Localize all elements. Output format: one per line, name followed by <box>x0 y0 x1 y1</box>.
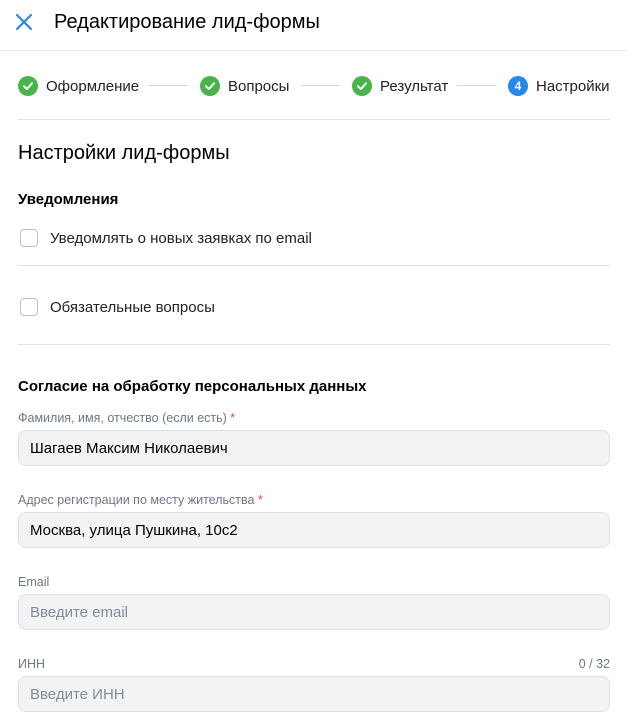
check-icon <box>352 76 372 96</box>
step-label: Результат <box>380 77 449 95</box>
required-mark: * <box>257 493 263 507</box>
field-label-text: Фамилия, имя, отчество (если есть) <box>18 411 227 425</box>
close-icon <box>15 13 33 31</box>
field-label-text: Адрес регистрации по месту жительства <box>18 493 255 507</box>
step-label: Оформление <box>46 77 140 95</box>
divider <box>18 119 610 120</box>
check-icon <box>18 76 38 96</box>
email-input[interactable] <box>18 594 610 630</box>
notify-email-checkbox[interactable]: Уведомлять о новых заявках по email <box>18 228 312 248</box>
header: Редактирование лид-формы <box>0 0 627 51</box>
address-input[interactable] <box>18 512 610 548</box>
step-label: Настройки <box>536 77 610 95</box>
field-label-inn: ИНН <box>18 657 46 671</box>
step-label: Вопросы <box>228 77 290 95</box>
section-title: Настройки лид-формы <box>18 142 230 164</box>
step-design[interactable]: Оформление <box>18 75 139 97</box>
required-mark: * <box>230 411 236 425</box>
check-icon <box>200 76 220 96</box>
close-button[interactable] <box>12 10 36 34</box>
step-connector <box>457 85 496 86</box>
divider <box>18 344 610 345</box>
character-counter: 0 / 32 <box>578 657 610 671</box>
step-questions[interactable]: Вопросы <box>200 75 289 97</box>
step-connector <box>148 85 188 86</box>
checkbox-box[interactable] <box>20 229 38 247</box>
consent-heading: Согласие на обработку персональных данны… <box>18 378 367 395</box>
checkbox-box[interactable] <box>20 298 38 316</box>
inn-input[interactable] <box>18 676 610 712</box>
full-name-input[interactable] <box>18 430 610 466</box>
stepper: Оформление Вопросы Результат 4 Настройки <box>18 75 610 97</box>
notifications-heading: Уведомления <box>18 191 119 208</box>
step-result[interactable]: Результат <box>352 75 448 97</box>
page-title: Редактирование лид-формы <box>54 11 320 33</box>
checkbox-label: Уведомлять о новых заявках по email <box>50 229 312 247</box>
step-connector <box>301 85 340 86</box>
field-label-email: Email <box>18 575 50 589</box>
field-label-address: Адрес регистрации по месту жительства * <box>18 493 263 507</box>
required-questions-checkbox[interactable]: Обязательные вопросы <box>18 297 215 317</box>
step-number-badge: 4 <box>508 76 528 96</box>
checkbox-label: Обязательные вопросы <box>50 298 215 316</box>
divider <box>18 265 610 266</box>
field-label-full-name: Фамилия, имя, отчество (если есть) * <box>18 411 235 425</box>
step-settings[interactable]: 4 Настройки <box>508 75 610 97</box>
